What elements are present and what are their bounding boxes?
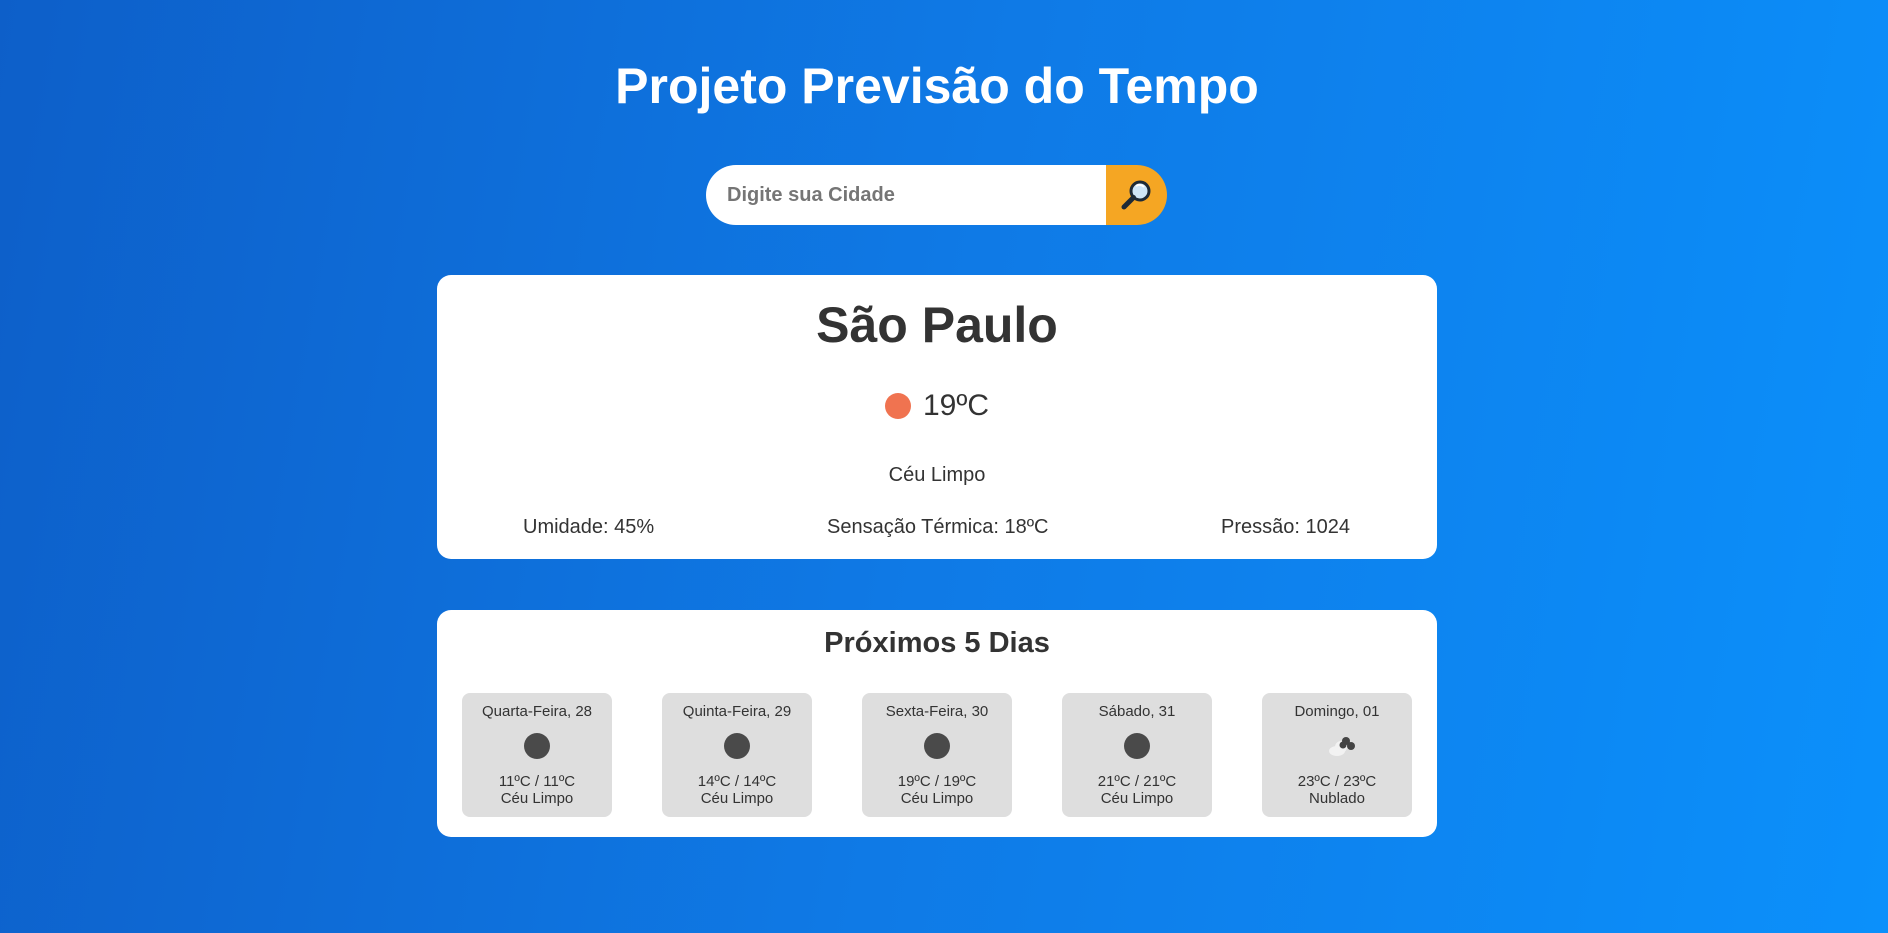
forecast-card: Próximos 5 Dias Quarta-Feira, 28 11ºC / … [437, 610, 1437, 837]
forecast-day-name: Quinta-Feira, 29 [682, 703, 792, 720]
clear-sky-icon [524, 733, 550, 759]
forecast-day-name: Sexta-Feira, 30 [885, 703, 989, 720]
search-bar [706, 165, 1167, 225]
forecast-day-name: Domingo, 01 [1294, 703, 1380, 720]
magnifying-glass-icon [1121, 180, 1150, 210]
forecast-day: Sexta-Feira, 30 19ºC / 19ºC Céu Limpo [862, 693, 1012, 817]
forecast-day-description: Céu Limpo [900, 790, 974, 807]
forecast-day: Sábado, 31 21ºC / 21ºC Céu Limpo [1062, 693, 1212, 817]
forecast-day-temp: 21ºC / 21ºC [1097, 773, 1177, 790]
forecast-day-temp: 19ºC / 19ºC [897, 773, 977, 790]
forecast-title: Próximos 5 Dias [824, 627, 1050, 659]
forecast-day-temp: 23ºC / 23ºC [1297, 773, 1377, 790]
forecast-day-temp: 14ºC / 14ºC [697, 773, 777, 790]
page-title: Projeto Previsão do Tempo [615, 58, 1259, 114]
current-temperature: 19ºC [923, 389, 989, 422]
clear-sky-icon [924, 733, 950, 759]
humidity-value: Umidade: 45% [523, 516, 655, 538]
temperature-row: 19ºC [437, 388, 1437, 424]
pressure-value: Pressão: 1024 [1221, 516, 1350, 538]
clear-sky-icon [1124, 733, 1150, 759]
forecast-day-temp: 11ºC / 11ºC [498, 773, 576, 790]
forecast-day-description: Céu Limpo [1100, 790, 1174, 807]
forecast-day: Quarta-Feira, 28 11ºC / 11ºC Céu Limpo [462, 693, 612, 817]
sun-icon [885, 393, 911, 419]
forecast-day-description: Céu Limpo [700, 790, 774, 807]
weather-description: Céu Limpo [888, 464, 986, 486]
forecast-day-description: Nublado [1309, 790, 1365, 807]
clear-sky-icon [724, 733, 750, 759]
search-input[interactable] [706, 165, 1106, 225]
current-weather-card: São Paulo 19ºC Céu Limpo Umidade: 45% Se… [437, 275, 1437, 559]
forecast-day-description: Céu Limpo [500, 790, 574, 807]
forecast-day: Quinta-Feira, 29 14ºC / 14ºC Céu Limpo [662, 693, 812, 817]
forecast-day-name: Quarta-Feira, 28 [481, 703, 593, 720]
search-button[interactable] [1106, 165, 1167, 225]
forecast-day: Domingo, 01 23ºC / 23ºC Nublado [1262, 693, 1412, 817]
forecast-day-name: Sábado, 31 [1098, 703, 1176, 720]
city-name: São Paulo [816, 297, 1058, 353]
cloudy-icon [1329, 737, 1355, 756]
feels-like-value: Sensação Térmica: 18ºC [827, 516, 1049, 538]
